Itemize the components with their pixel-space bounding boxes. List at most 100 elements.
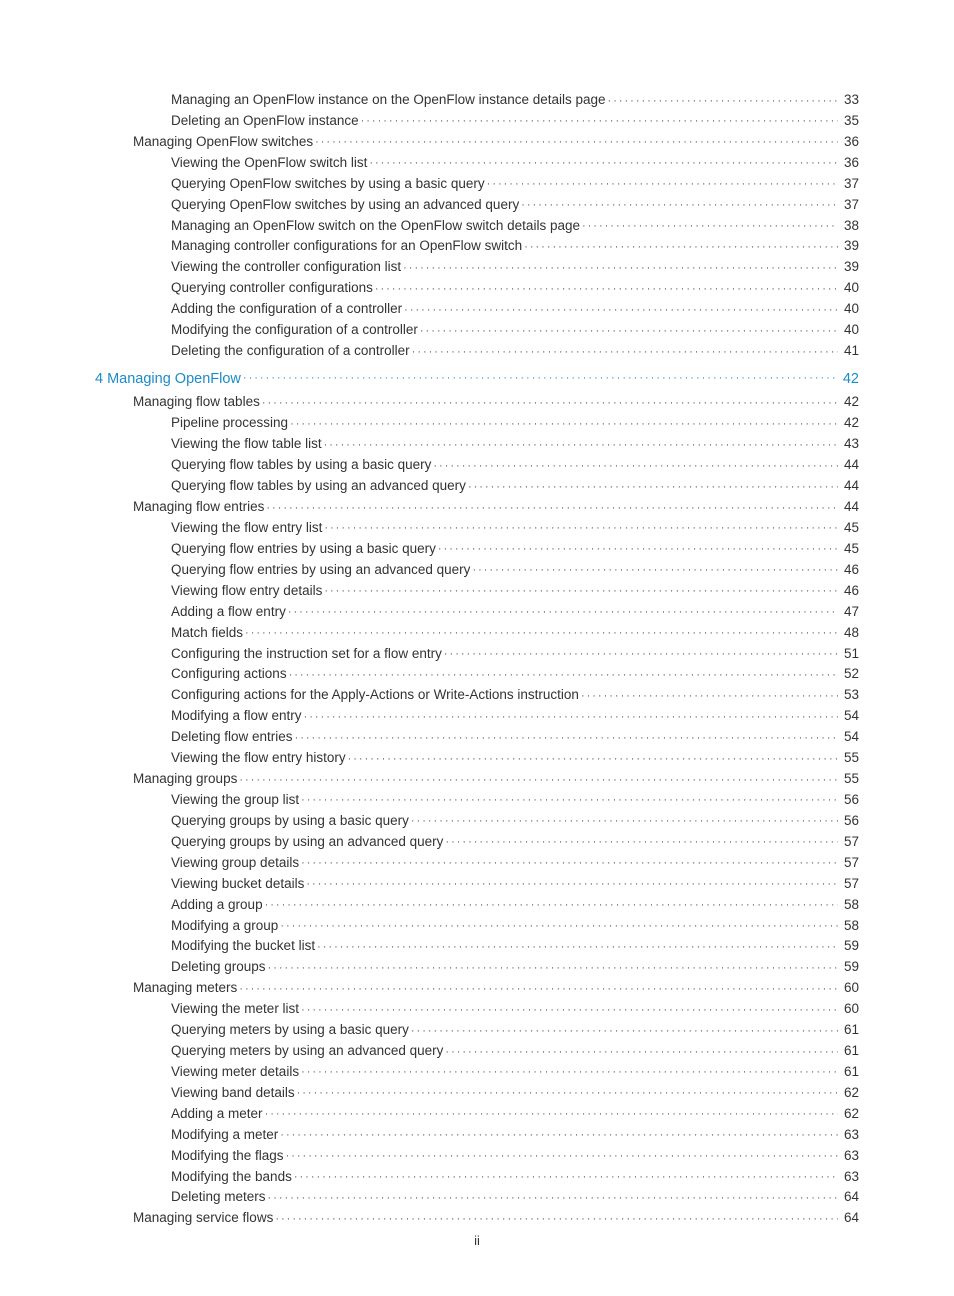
toc-entry[interactable]: Querying meters by using an advanced que… <box>171 1041 859 1062</box>
toc-title: Pipeline processing <box>171 413 288 434</box>
toc-entry[interactable]: Adding a meter62 <box>171 1104 859 1125</box>
toc-entry[interactable]: Modifying the bands63 <box>171 1167 859 1188</box>
toc-page-number: 42 <box>840 413 859 434</box>
toc-entry[interactable]: Viewing group details57 <box>171 853 859 874</box>
toc-entry[interactable]: Deleting flow entries54 <box>171 727 859 748</box>
toc-entry[interactable]: Querying meters by using a basic query61 <box>171 1020 859 1041</box>
toc-entry[interactable]: Deleting meters64 <box>171 1187 859 1208</box>
toc-entry[interactable]: Querying flow entries by using a basic q… <box>171 539 859 560</box>
toc-page-number: 46 <box>840 581 859 602</box>
toc-entry[interactable]: Modifying a group58 <box>171 916 859 937</box>
toc-entry[interactable]: Viewing the flow table list43 <box>171 434 859 455</box>
toc-entry[interactable]: Querying OpenFlow switches by using an a… <box>171 195 859 216</box>
toc-leader <box>297 1083 838 1097</box>
toc-entry[interactable]: Viewing flow entry details 46 <box>171 581 859 602</box>
toc-entry[interactable]: Managing an OpenFlow instance on the Ope… <box>171 90 859 111</box>
toc-title: Querying controller configurations <box>171 278 373 299</box>
toc-leader <box>582 216 838 230</box>
toc-leader <box>369 153 838 167</box>
toc-leader <box>521 195 838 209</box>
toc-entry[interactable]: Modifying a flow entry54 <box>171 706 859 727</box>
toc-entry[interactable]: Viewing the group list56 <box>171 790 859 811</box>
toc-entry[interactable]: Querying flow tables by using a basic qu… <box>171 455 859 476</box>
toc-entry[interactable]: Viewing bucket details57 <box>171 874 859 895</box>
toc-leader <box>411 811 838 825</box>
toc-entry[interactable]: Managing controller configurations for a… <box>171 236 859 257</box>
toc-entry[interactable]: Modifying the configuration of a control… <box>171 320 859 341</box>
toc-title: Modifying a flow entry <box>171 706 302 727</box>
toc-title: Modifying the flags <box>171 1146 284 1167</box>
toc-entry[interactable]: Managing groups55 <box>133 769 859 790</box>
toc-entry[interactable]: Viewing the OpenFlow switch list36 <box>171 153 859 174</box>
toc-leader <box>444 644 838 658</box>
toc-entry[interactable]: Viewing the flow entry list45 <box>171 518 859 539</box>
toc-leader <box>239 979 838 993</box>
toc-entry[interactable]: Managing meters60 <box>133 978 859 999</box>
toc-entry[interactable]: Pipeline processing 42 <box>171 413 859 434</box>
toc-entry[interactable]: Viewing the flow entry history55 <box>171 748 859 769</box>
toc-page-number: 55 <box>840 748 859 769</box>
toc-leader <box>472 560 838 574</box>
toc-entry[interactable]: Deleting groups59 <box>171 957 859 978</box>
toc-entry[interactable]: Managing service flows64 <box>133 1208 859 1229</box>
toc-entry[interactable]: Viewing the controller configuration lis… <box>171 257 859 278</box>
toc-entry[interactable]: Querying OpenFlow switches by using a ba… <box>171 174 859 195</box>
toc-title: Viewing flow entry details <box>171 581 322 602</box>
toc-entry[interactable]: Managing an OpenFlow switch on the OpenF… <box>171 216 859 237</box>
toc-page-number: 46 <box>840 560 859 581</box>
toc-entry[interactable]: Configuring actions52 <box>171 664 859 685</box>
page-number-footer: ii <box>0 1233 954 1248</box>
toc-entry[interactable]: Querying groups by using a basic query56 <box>171 811 859 832</box>
toc-page-number: 59 <box>840 936 859 957</box>
toc-title: Deleting groups <box>171 957 266 978</box>
toc-entry[interactable]: Querying flow entries by using an advanc… <box>171 560 859 581</box>
toc-entry[interactable]: Querying flow tables by using an advance… <box>171 476 859 497</box>
toc-entry[interactable]: Configuring the instruction set for a fl… <box>171 644 859 665</box>
toc-leader <box>487 174 838 188</box>
toc-entry[interactable]: 4 Managing OpenFlow42 <box>95 368 859 390</box>
toc-leader <box>245 623 838 637</box>
toc-page-number: 44 <box>840 476 859 497</box>
toc-entry[interactable]: Deleting the configuration of a controll… <box>171 341 859 362</box>
toc-entry[interactable]: Viewing meter details61 <box>171 1062 859 1083</box>
toc-title: Querying OpenFlow switches by using a ba… <box>171 174 485 195</box>
toc-page-number: 40 <box>840 320 859 341</box>
toc-entry[interactable]: Modifying the flags63 <box>171 1146 859 1167</box>
toc-leader <box>268 958 838 972</box>
toc-leader <box>468 477 838 491</box>
toc-title: Modifying a group <box>171 916 278 937</box>
toc-page-number: 36 <box>840 132 859 153</box>
toc-title: Querying flow tables by using an advance… <box>171 476 466 497</box>
toc-entry[interactable]: Viewing band details 62 <box>171 1083 859 1104</box>
toc-entry[interactable]: Viewing the meter list60 <box>171 999 859 1020</box>
toc-entry[interactable]: Modifying the bucket list59 <box>171 936 859 957</box>
toc-leader <box>348 749 838 763</box>
toc-entry[interactable]: Configuring actions for the Apply-Action… <box>171 685 859 706</box>
toc-title: Managing flow entries <box>133 497 264 518</box>
toc-page-number: 47 <box>840 602 859 623</box>
toc-entry[interactable]: Managing flow tables42 <box>133 392 859 413</box>
toc-entry[interactable]: Adding the configuration of a controller… <box>171 299 859 320</box>
toc-entry[interactable]: Adding a flow entry47 <box>171 602 859 623</box>
toc-page-number: 62 <box>840 1104 859 1125</box>
toc-page-number: 35 <box>840 111 859 132</box>
toc-entry[interactable]: Modifying a meter63 <box>171 1125 859 1146</box>
toc-leader <box>266 498 838 512</box>
toc-leader <box>280 1125 838 1139</box>
toc-entry[interactable]: Match fields48 <box>171 623 859 644</box>
toc-entry[interactable]: Managing OpenFlow switches36 <box>133 132 859 153</box>
toc-entry[interactable]: Managing flow entries 44 <box>133 497 859 518</box>
toc-title: Managing flow tables <box>133 392 260 413</box>
toc-entry[interactable]: Adding a group58 <box>171 895 859 916</box>
toc-page-number: 62 <box>840 1083 859 1104</box>
toc-title: Modifying the configuration of a control… <box>171 320 418 341</box>
toc-title: Configuring the instruction set for a fl… <box>171 644 442 665</box>
toc-leader <box>445 1042 838 1056</box>
toc-entry[interactable]: Querying groups by using an advanced que… <box>171 832 859 853</box>
toc-title: Viewing band details <box>171 1083 295 1104</box>
toc-entry[interactable]: Querying controller configurations40 <box>171 278 859 299</box>
toc-page-number: 44 <box>840 497 859 518</box>
toc-entry[interactable]: Deleting an OpenFlow instance35 <box>171 111 859 132</box>
toc-leader <box>288 602 838 616</box>
toc-page-number: 61 <box>840 1020 859 1041</box>
